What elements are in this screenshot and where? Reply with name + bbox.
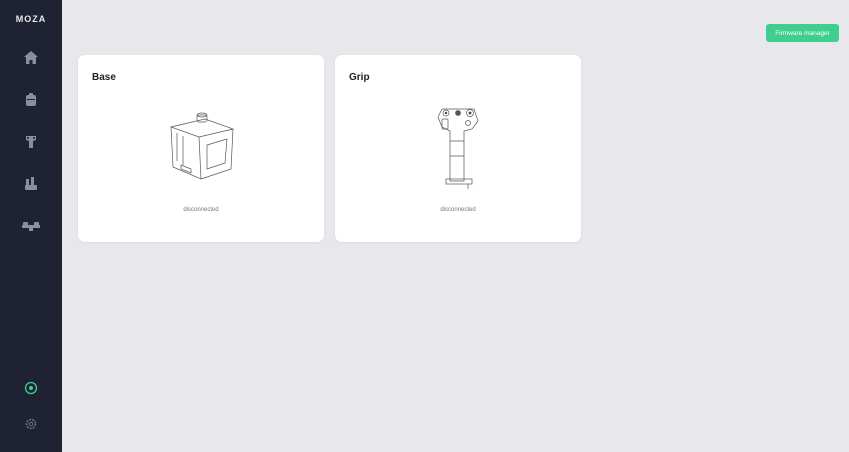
help-icon [24, 381, 38, 395]
pedals-icon [22, 222, 40, 231]
grip-device-illustration [437, 108, 479, 189]
firmware-manager-button[interactable]: Firmware manager [766, 24, 839, 42]
sidebar-item-settings[interactable] [17, 412, 45, 436]
sidebar-item-grip[interactable] [17, 130, 45, 154]
device-status: disconnected [440, 207, 476, 213]
sidebar-item-base[interactable] [17, 88, 45, 112]
sidebar-item-pedals[interactable] [17, 214, 45, 238]
sidebar-nav [17, 46, 45, 238]
base-device-illustration [169, 112, 235, 180]
sidebar-bottom [0, 376, 62, 436]
device-card-base[interactable]: Base disconnected [78, 55, 324, 242]
base-icon [26, 93, 36, 106]
device-title: Grip [349, 72, 370, 83]
throttle-icon [25, 177, 37, 190]
gear-icon [25, 418, 37, 430]
sidebar-item-throttle[interactable] [17, 172, 45, 196]
grip-icon [26, 136, 36, 148]
sidebar-item-home[interactable] [17, 46, 45, 70]
sidebar-item-help[interactable] [17, 376, 45, 400]
device-card-grip[interactable]: Grip disconnected [335, 55, 581, 242]
moza-logo: MOZA [15, 14, 47, 24]
device-status: disconnected [183, 207, 219, 213]
sidebar: MOZA [0, 0, 62, 452]
device-title: Base [92, 72, 116, 83]
home-icon [24, 51, 38, 64]
